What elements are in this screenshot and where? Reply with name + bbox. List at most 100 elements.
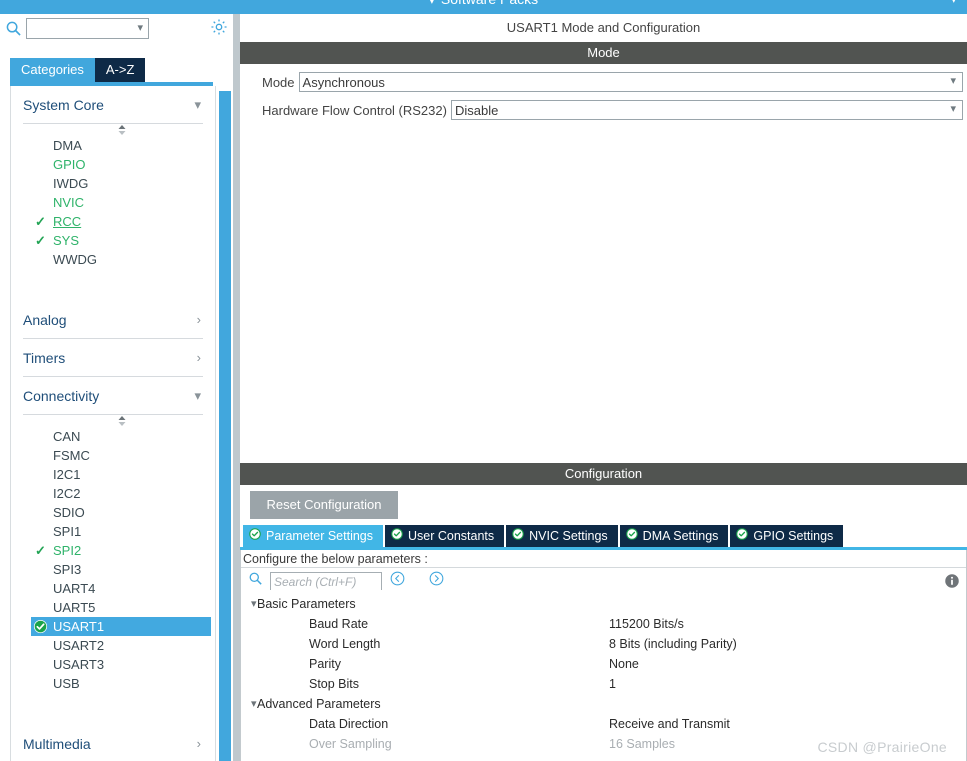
chevron-left-circle-icon[interactable] — [390, 571, 405, 591]
tree-scroll-nub-mid[interactable] — [11, 415, 215, 427]
sidebar-item-i2c1[interactable]: I2C1 — [11, 465, 215, 484]
param-row-word-length[interactable]: Word Length 8 Bits (including Parity) — [241, 634, 966, 654]
param-group-advanced[interactable]: ▾ Advanced Parameters — [241, 694, 966, 714]
category-header-analog[interactable]: Analog › — [23, 301, 203, 339]
sidebar-item-sdio[interactable]: SDIO — [11, 503, 215, 522]
item-label: CAN — [53, 429, 81, 444]
sidebar-item-usart2[interactable]: USART2 — [11, 636, 215, 655]
sidebar-item-spi3[interactable]: SPI3 — [11, 560, 215, 579]
chevron-right-icon: › — [196, 312, 201, 327]
reset-configuration-button[interactable]: Reset Configuration — [250, 491, 398, 519]
item-label: WWDG — [53, 252, 98, 267]
info-icon[interactable] — [944, 573, 960, 594]
sidebar-item-dma[interactable]: DMA — [11, 136, 215, 155]
sidebar-view-tabs: Categories A->Z — [10, 58, 146, 82]
chevron-down-icon-right[interactable]: ▾ — [950, 0, 957, 7]
sidebar-item-sys[interactable]: ✓ SYS — [11, 231, 215, 250]
param-row-stop-bits[interactable]: Stop Bits 1 — [241, 674, 966, 694]
search-input[interactable] — [27, 19, 123, 37]
sidebar-item-uart4[interactable]: UART4 — [11, 579, 215, 598]
software-packs-bar[interactable]: ▾ Software Packs ▾ — [0, 0, 967, 14]
chevron-down-icon: ▾ — [194, 388, 201, 403]
gear-icon[interactable] — [210, 18, 228, 41]
item-label: FSMC — [53, 448, 90, 463]
item-label: IWDG — [53, 176, 89, 191]
item-label: RCC — [53, 214, 82, 229]
param-value[interactable]: Receive and Transmit — [609, 714, 730, 734]
chevron-down-icon: ▾ — [251, 698, 257, 710]
tab-label: Parameter Settings — [266, 529, 373, 543]
chevron-down-icon[interactable]: ▾ — [137, 21, 143, 34]
mode-value: Asynchronous — [302, 74, 385, 90]
sidebar-item-fsmc[interactable]: FSMC — [11, 446, 215, 465]
sidebar-item-spi2[interactable]: ✓ SPI2 — [11, 541, 215, 560]
param-value[interactable]: 1 — [609, 674, 616, 694]
chevron-down-icon: ▾ — [428, 0, 435, 7]
tab-nvic-settings[interactable]: NVIC Settings — [506, 525, 618, 547]
group-label: Advanced Parameters — [257, 697, 381, 711]
item-label: USART2 — [53, 638, 105, 653]
mode-body: Mode Asynchronous ▾ Hardware Flow Contro… — [240, 64, 967, 463]
sidebar-item-rcc[interactable]: ✓ RCC — [11, 212, 215, 231]
param-row-over-sampling: Over Sampling 16 Samples — [241, 734, 966, 754]
param-name: Parity — [309, 657, 341, 671]
category-header-system-core[interactable]: System Core ▾ — [23, 86, 203, 124]
param-row-parity[interactable]: Parity None — [241, 654, 966, 674]
tree-spacer-2 — [11, 693, 215, 725]
sidebar-item-spi1[interactable]: SPI1 — [11, 522, 215, 541]
sidebar-item-nvic[interactable]: NVIC — [11, 193, 215, 212]
category-header-connectivity[interactable]: Connectivity ▾ — [23, 377, 203, 415]
chevron-down-icon: ▾ — [950, 75, 956, 87]
mode-label: Mode — [262, 74, 295, 90]
tab-categories[interactable]: Categories — [10, 58, 95, 82]
parameter-search-box[interactable] — [270, 572, 382, 590]
check-icon: ✓ — [35, 214, 46, 229]
param-name: Data Direction — [309, 717, 389, 731]
param-value[interactable]: 115200 Bits/s — [609, 614, 684, 634]
sidebar-search-combo[interactable]: ▾ — [26, 17, 149, 39]
param-group-basic[interactable]: ▾ Basic Parameters — [241, 594, 966, 614]
tab-gpio-settings[interactable]: GPIO Settings — [730, 525, 844, 547]
parameter-search-row — [241, 568, 966, 594]
hw-flow-control-dropdown[interactable]: Disable ▾ — [450, 100, 963, 120]
parameter-search-input[interactable] — [271, 574, 381, 590]
mode-dropdown[interactable]: Asynchronous ▾ — [298, 72, 963, 92]
param-name: Word Length — [309, 637, 381, 651]
item-label: USART1 — [53, 619, 105, 634]
sidebar-scrollbar-thumb[interactable] — [219, 91, 231, 761]
sidebar-item-usart1[interactable]: USART1 — [31, 617, 211, 636]
mode-band: Mode — [240, 42, 967, 64]
window-scrollbar-outer[interactable] — [233, 14, 240, 761]
sidebar-item-uart5[interactable]: UART5 — [11, 598, 215, 617]
peripheral-sidebar: ▾ Categories A->Z System Core ▾ DMA GPIO… — [0, 14, 240, 761]
param-row-baud-rate[interactable]: Baud Rate 115200 Bits/s — [241, 614, 966, 634]
tab-parameter-settings[interactable]: Parameter Settings — [243, 525, 383, 547]
chevron-right-icon: › — [196, 736, 201, 751]
tree-scroll-nub-top[interactable] — [11, 124, 215, 136]
check-circle-icon — [391, 525, 403, 547]
check-circle-icon — [249, 525, 261, 547]
sidebar-item-can[interactable]: CAN — [11, 427, 215, 446]
item-label: USART3 — [53, 657, 105, 672]
category-header-multimedia[interactable]: Multimedia › — [23, 725, 203, 761]
parameter-rows: ▾ Basic Parameters Baud Rate 115200 Bits… — [241, 594, 966, 754]
param-value[interactable]: None — [609, 654, 639, 674]
configuration-panel: USART1 Mode and Configuration Mode Mode … — [240, 14, 967, 761]
tab-dma-settings[interactable]: DMA Settings — [619, 525, 729, 547]
item-label: GPIO — [53, 157, 86, 172]
sidebar-item-usart3[interactable]: USART3 — [11, 655, 215, 674]
sidebar-item-iwdg[interactable]: IWDG — [11, 174, 215, 193]
sidebar-item-i2c2[interactable]: I2C2 — [11, 484, 215, 503]
configuration-body: Reset Configuration Parameter Settings U… — [240, 485, 967, 761]
tab-a-to-z[interactable]: A->Z — [94, 58, 146, 82]
sidebar-item-wwdg[interactable]: WWDG — [11, 250, 215, 269]
chevron-right-circle-icon[interactable] — [429, 571, 444, 591]
check-circle-icon — [736, 525, 749, 547]
sidebar-item-usb[interactable]: USB — [11, 674, 215, 693]
group-label: Basic Parameters — [257, 597, 356, 611]
sidebar-item-gpio[interactable]: GPIO — [11, 155, 215, 174]
tab-user-constants[interactable]: User Constants — [385, 525, 505, 547]
category-header-timers[interactable]: Timers › — [23, 339, 203, 377]
param-value[interactable]: 8 Bits (including Parity) — [609, 634, 737, 654]
param-row-data-direction[interactable]: Data Direction Receive and Transmit — [241, 714, 966, 734]
